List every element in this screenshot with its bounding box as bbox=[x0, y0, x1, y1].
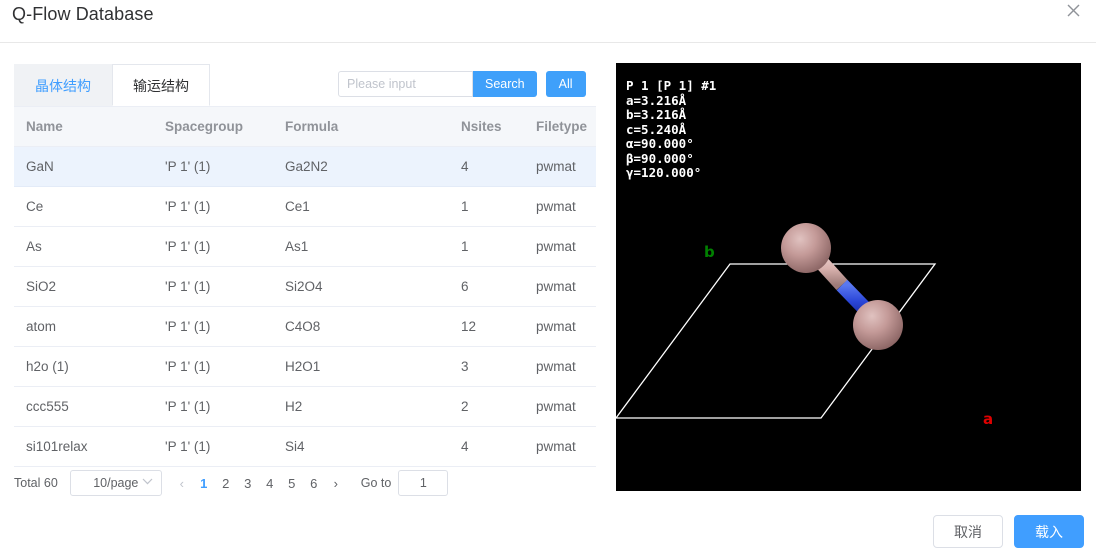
pagination: Total 60 10/page ‹ 123456 › Go to bbox=[14, 468, 596, 498]
tab-transport-structure-label: 输运结构 bbox=[133, 78, 189, 94]
cell-nsites: 2 bbox=[449, 386, 524, 427]
next-page-button[interactable]: › bbox=[325, 476, 347, 491]
load-button[interactable]: 载入 bbox=[1014, 515, 1084, 548]
table-row[interactable]: GaN 'P 1' (1) Ga2N2 4 pwmat bbox=[14, 146, 596, 187]
cell-nsites: 6 bbox=[449, 266, 524, 307]
cell-filetype: pwmat bbox=[524, 426, 596, 467]
page-size-select[interactable]: 10/page bbox=[69, 470, 162, 496]
tab-crystal-structure[interactable]: 晶体结构 bbox=[14, 64, 112, 106]
cell-spacegroup: 'P 1' (1) bbox=[153, 306, 273, 347]
cell-name: atom bbox=[14, 306, 153, 347]
page-number-5[interactable]: 5 bbox=[281, 476, 303, 491]
tab-transport-structure[interactable]: 输运结构 bbox=[112, 64, 210, 106]
page-number-2[interactable]: 2 bbox=[215, 476, 237, 491]
cell-name: GaN bbox=[14, 146, 153, 187]
table-row[interactable]: ccc555 'P 1' (1) H2 2 pwmat bbox=[14, 386, 596, 427]
cell-nsites: 1 bbox=[449, 186, 524, 227]
search-button[interactable]: Search bbox=[473, 71, 537, 97]
dialog-header: Q-Flow Database bbox=[0, 0, 1096, 43]
atom-sphere bbox=[781, 223, 831, 273]
table-row[interactable]: Ce 'P 1' (1) Ce1 1 pwmat bbox=[14, 186, 596, 227]
atom-sphere bbox=[853, 300, 903, 350]
cell-spacegroup: 'P 1' (1) bbox=[153, 186, 273, 227]
search-input[interactable] bbox=[338, 71, 473, 97]
cell-formula: H2 bbox=[273, 386, 449, 427]
cell-name: si101relax bbox=[14, 426, 153, 467]
table-row[interactable]: atom 'P 1' (1) C4O8 12 pwmat bbox=[14, 306, 596, 347]
page-number-1[interactable]: 1 bbox=[193, 476, 215, 491]
tab-crystal-structure-label: 晶体结构 bbox=[35, 78, 91, 94]
cell-name: h2o (1) bbox=[14, 346, 153, 387]
dialog-root: Q-Flow Database 晶体结构 输运结构 Search All bbox=[0, 0, 1096, 549]
cell-nsites: 4 bbox=[449, 146, 524, 187]
table-body: GaN 'P 1' (1) Ga2N2 4 pwmat Ce 'P 1' (1) Ce1 1 pw… bbox=[14, 146, 596, 467]
cell-nsites: 4 bbox=[449, 426, 524, 467]
cell-filetype: pwmat bbox=[524, 386, 596, 427]
cell-spacegroup: 'P 1' (1) bbox=[153, 426, 273, 467]
table-row[interactable]: h2o (1) 'P 1' (1) H2O1 3 pwmat bbox=[14, 346, 596, 387]
structure-canvas bbox=[616, 223, 937, 419]
table-row[interactable]: As 'P 1' (1) As1 1 pwmat bbox=[14, 226, 596, 267]
cell-filetype: pwmat bbox=[524, 226, 596, 267]
column-header-filetype: Filetype bbox=[524, 107, 596, 147]
cell-filetype: pwmat bbox=[524, 266, 596, 307]
table-row[interactable]: si101relax 'P 1' (1) Si4 4 pwmat bbox=[14, 426, 596, 467]
cell-filetype: pwmat bbox=[524, 186, 596, 227]
cell-filetype: pwmat bbox=[524, 306, 596, 347]
column-header-name: Name bbox=[14, 107, 153, 147]
dialog-footer: 取消 载入 bbox=[933, 515, 1084, 548]
all-button[interactable]: All bbox=[545, 71, 586, 97]
cell-spacegroup: 'P 1' (1) bbox=[153, 386, 273, 427]
page-number-6[interactable]: 6 bbox=[303, 476, 325, 491]
cell-spacegroup: 'P 1' (1) bbox=[153, 346, 273, 387]
cell-nsites: 1 bbox=[449, 226, 524, 267]
close-icon[interactable] bbox=[1059, 0, 1087, 24]
cell-name: Ce bbox=[14, 186, 153, 227]
page-number-group: ‹ 123456 › bbox=[171, 476, 347, 491]
cell-name: SiO2 bbox=[14, 266, 153, 307]
table-header: Name Spacegroup Formula Nsites Filetype bbox=[14, 107, 596, 147]
cell-filetype: pwmat bbox=[524, 346, 596, 387]
total-count-label: Total 60 bbox=[14, 476, 58, 490]
page-size-label: 10/page bbox=[93, 476, 139, 490]
cell-formula: Si4 bbox=[273, 426, 449, 467]
structures-table: Name Spacegroup Formula Nsites Filetype … bbox=[14, 106, 596, 467]
table: Name Spacegroup Formula Nsites Filetype … bbox=[14, 107, 596, 467]
cell-name: As bbox=[14, 226, 153, 267]
cell-nsites: 3 bbox=[449, 346, 524, 387]
page-number-4[interactable]: 4 bbox=[259, 476, 281, 491]
cell-formula: Si2O4 bbox=[273, 266, 449, 307]
cell-spacegroup: 'P 1' (1) bbox=[153, 266, 273, 307]
cell-formula: C4O8 bbox=[273, 306, 449, 347]
chevron-down-icon bbox=[142, 478, 153, 488]
page-number-3[interactable]: 3 bbox=[237, 476, 259, 491]
structure-viewer[interactable]: P 1 [P 1] #1 a=3.216Å b=3.216Å c=5.240Å … bbox=[616, 63, 1081, 491]
goto-page-input[interactable] bbox=[398, 470, 449, 496]
cell-formula: H2O1 bbox=[273, 346, 449, 387]
prev-page-button[interactable]: ‹ bbox=[171, 476, 193, 491]
table-header-row: Name Spacegroup Formula Nsites Filetype bbox=[14, 107, 596, 147]
cell-formula: Ce1 bbox=[273, 186, 449, 227]
cell-spacegroup: 'P 1' (1) bbox=[153, 146, 273, 187]
column-header-nsites: Nsites bbox=[449, 107, 524, 147]
cell-formula: As1 bbox=[273, 226, 449, 267]
cell-name: ccc555 bbox=[14, 386, 153, 427]
cell-spacegroup: 'P 1' (1) bbox=[153, 226, 273, 267]
column-header-formula: Formula bbox=[273, 107, 449, 147]
column-header-spacegroup: Spacegroup bbox=[153, 107, 273, 147]
cell-formula: Ga2N2 bbox=[273, 146, 449, 187]
page-title: Q-Flow Database bbox=[12, 4, 154, 24]
cell-nsites: 12 bbox=[449, 306, 524, 347]
cell-filetype: pwmat bbox=[524, 146, 596, 187]
table-row[interactable]: SiO2 'P 1' (1) Si2O4 6 pwmat bbox=[14, 266, 596, 307]
cancel-button[interactable]: 取消 bbox=[933, 515, 1003, 548]
goto-label: Go to bbox=[360, 476, 392, 490]
tab-bar: 晶体结构 输运结构 bbox=[14, 64, 210, 106]
search-bar: Search All bbox=[338, 71, 586, 97]
